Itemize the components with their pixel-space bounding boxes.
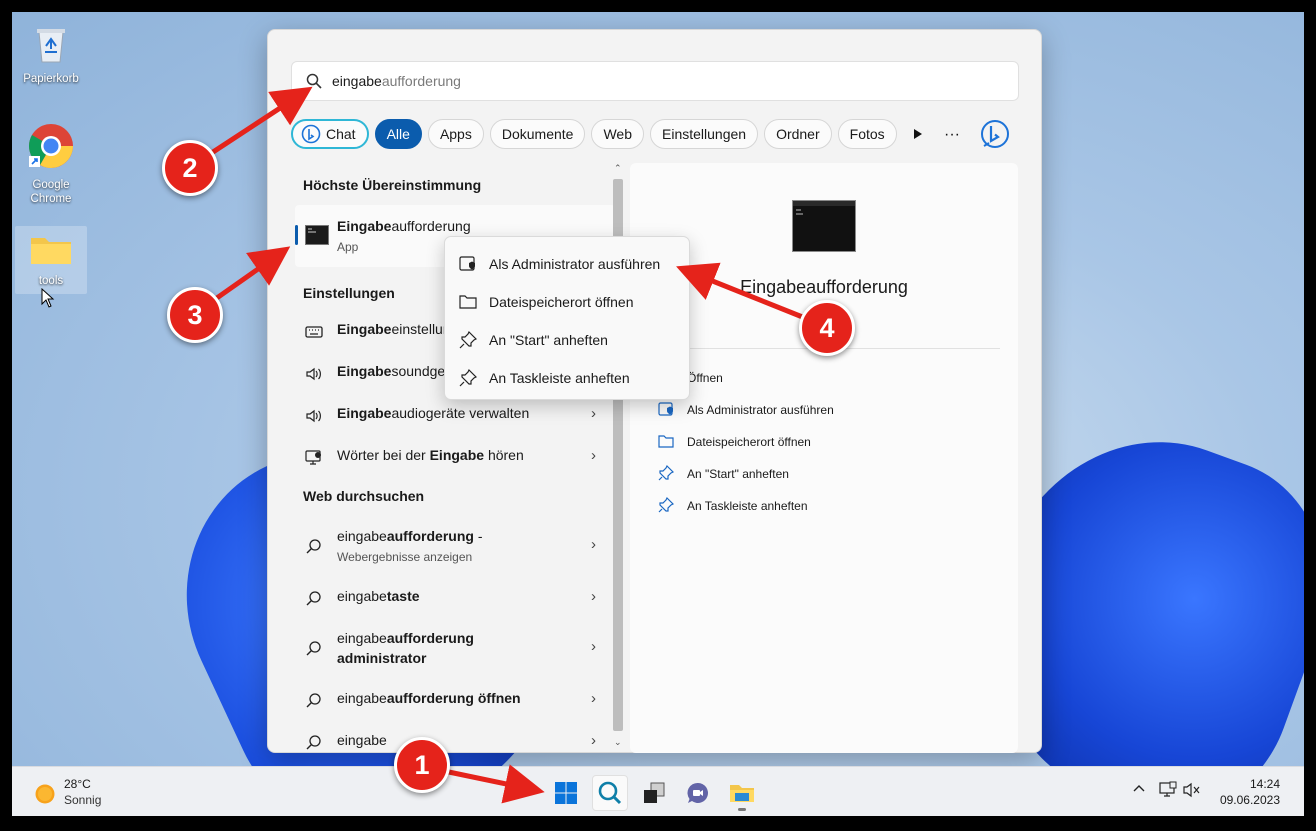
keyboard-icon xyxy=(305,326,323,338)
recycle-bin-icon xyxy=(37,29,65,63)
filter-tab-documents[interactable]: Dokumente xyxy=(489,119,586,149)
best-match-title: Eingabeaufforderung xyxy=(337,218,471,234)
windows-icon xyxy=(555,782,577,804)
clock-time: 14:24 xyxy=(1249,777,1280,791)
search-autocomplete-text: aufforderung xyxy=(381,73,461,89)
file-explorer-button[interactable] xyxy=(724,775,760,811)
chevron-right-icon: › xyxy=(591,588,596,605)
pin-icon xyxy=(459,369,477,387)
filter-tab-apps[interactable]: Apps xyxy=(427,119,484,149)
speaker-icon xyxy=(306,367,321,381)
best-match-type: App xyxy=(337,240,359,254)
bing-chat-icon xyxy=(301,124,321,144)
folder-icon xyxy=(31,238,71,264)
play-more-icon[interactable] xyxy=(911,127,925,141)
task-view-icon xyxy=(644,782,665,803)
search-icon xyxy=(306,693,321,708)
desktop-icon-label: Google Chrome xyxy=(30,179,72,205)
chrome-icon xyxy=(29,124,73,168)
desktop: Papierkorb Google Chrome tools eingabe au… xyxy=(12,12,1304,816)
section-title-web: Web durchsuchen xyxy=(303,488,425,504)
search-icon xyxy=(306,641,321,656)
search-icon xyxy=(306,539,321,554)
filter-tab-photos[interactable]: Fotos xyxy=(837,119,897,149)
pin-icon xyxy=(658,465,674,481)
desktop-icon-label: tools xyxy=(38,275,64,287)
file-explorer-icon xyxy=(730,785,754,802)
folder-open-icon xyxy=(658,435,674,448)
filter-tab-settings[interactable]: Einstellungen xyxy=(650,119,759,149)
chevron-right-icon: › xyxy=(591,405,596,422)
section-title-settings: Einstellungen xyxy=(303,285,395,301)
search-icon xyxy=(598,781,622,805)
clock[interactable]: 14:24 09.06.2023 xyxy=(1210,776,1280,808)
chevron-right-icon: › xyxy=(591,536,596,553)
tray-overflow-chevron-icon[interactable] xyxy=(1132,781,1146,798)
clock-date: 09.06.2023 xyxy=(1219,793,1280,807)
admin-shield-icon xyxy=(658,402,673,416)
folder-open-icon xyxy=(459,295,477,309)
cmd-icon xyxy=(305,225,329,245)
more-options-button[interactable]: ··· xyxy=(944,126,960,144)
chevron-right-icon: › xyxy=(591,690,596,707)
filter-chat-label: Chat xyxy=(326,126,356,142)
context-menu: Als Administrator ausführen Dateispeiche… xyxy=(444,236,690,400)
filter-bar: Chat Alle Apps Dokumente Web Einstellung… xyxy=(291,118,925,150)
scroll-up-icon[interactable]: ⌃ xyxy=(614,163,622,174)
task-view-button[interactable] xyxy=(636,775,672,811)
desktop-icon-chrome[interactable]: Google Chrome xyxy=(15,122,87,206)
section-title-best-match: Höchste Übereinstimmung xyxy=(303,177,482,193)
admin-shield-icon xyxy=(459,256,475,271)
annotation-badge-2: 2 xyxy=(162,140,218,196)
desktop-icon-label: Papierkorb xyxy=(23,73,79,85)
bing-icon[interactable] xyxy=(980,119,1010,149)
start-button[interactable] xyxy=(548,775,584,811)
search-icon xyxy=(306,735,321,750)
filter-tab-web[interactable]: Web xyxy=(591,119,644,149)
dictation-icon xyxy=(305,450,321,465)
taskbar-search-button[interactable] xyxy=(592,775,628,811)
annotation-badge-4: 4 xyxy=(799,300,855,356)
filter-chat-button[interactable]: Chat xyxy=(291,119,369,149)
selection-indicator xyxy=(295,225,298,245)
chevron-right-icon: › xyxy=(591,447,596,464)
search-icon xyxy=(306,591,321,606)
teams-chat-button[interactable] xyxy=(680,775,716,811)
chevron-right-icon: › xyxy=(591,732,596,749)
search-icon xyxy=(306,73,322,89)
filter-tab-folders[interactable]: Ordner xyxy=(764,119,832,149)
mouse-cursor-icon xyxy=(41,288,55,308)
cmd-large-icon xyxy=(792,200,856,252)
running-indicator xyxy=(738,808,746,811)
desktop-icon-recycle-bin[interactable]: Papierkorb xyxy=(15,24,87,86)
teams-chat-icon xyxy=(687,782,708,803)
annotation-badge-3: 3 xyxy=(167,287,223,343)
volume-muted-icon[interactable] xyxy=(1183,781,1201,802)
pin-icon xyxy=(459,331,477,349)
filter-tab-all[interactable]: Alle xyxy=(374,119,422,149)
chevron-right-icon: › xyxy=(591,638,596,655)
pin-icon xyxy=(658,497,674,513)
search-typed-text: eingabe xyxy=(332,73,382,89)
desktop-icon-tools-folder[interactable]: tools xyxy=(15,226,87,294)
speaker-icon xyxy=(306,409,321,423)
annotation-badge-1: 1 xyxy=(394,737,450,793)
taskbar: 28°C Sonnig 14:24 09.06.2023 xyxy=(12,766,1304,816)
search-input[interactable]: eingabe aufforderung xyxy=(291,61,1019,101)
network-icon[interactable] xyxy=(1159,781,1177,802)
sun-icon xyxy=(35,784,55,804)
scroll-down-icon[interactable]: ⌄ xyxy=(614,737,622,748)
